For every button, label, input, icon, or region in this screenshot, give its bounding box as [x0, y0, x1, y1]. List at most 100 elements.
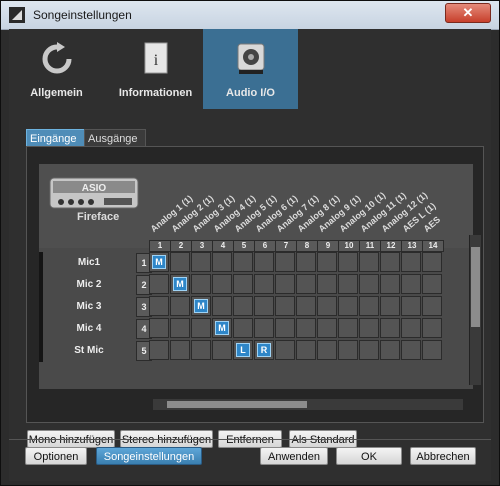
matrix-cell[interactable] [338, 318, 358, 338]
matrix-cell[interactable] [254, 252, 274, 272]
matrix-cell[interactable] [422, 318, 442, 338]
matrix-cell[interactable] [233, 252, 253, 272]
matrix-cell[interactable] [296, 296, 316, 316]
matrix-cell[interactable]: R [254, 340, 274, 360]
matrix-cell[interactable] [191, 252, 211, 272]
matrix-cell[interactable] [338, 274, 358, 294]
matrix-cell[interactable] [233, 318, 253, 338]
options-button[interactable]: Optionen [25, 447, 87, 465]
matrix-cell[interactable] [275, 252, 295, 272]
matrix-cell[interactable] [401, 296, 421, 316]
matrix-cell[interactable] [254, 318, 274, 338]
row-label[interactable]: Mic 3 [39, 296, 139, 318]
matrix-cell[interactable] [254, 296, 274, 316]
song-settings-button[interactable]: Songeinstellungen [96, 447, 202, 465]
matrix-cell[interactable] [401, 274, 421, 294]
close-button[interactable]: ✕ [445, 3, 491, 23]
matrix-cell[interactable] [317, 274, 337, 294]
matrix-cell[interactable] [149, 318, 169, 338]
ok-button[interactable]: OK [336, 447, 402, 465]
matrix-cell[interactable] [359, 340, 379, 360]
tab-allgemein[interactable]: Allgemein [9, 29, 104, 109]
matrix-cell[interactable] [380, 252, 400, 272]
channel-assignment[interactable]: M [215, 321, 229, 335]
tab-label: Audio I/O [226, 87, 275, 99]
matrix-cell[interactable] [317, 252, 337, 272]
matrix-cell[interactable] [296, 340, 316, 360]
matrix-cell[interactable] [296, 252, 316, 272]
vertical-scroll-thumb[interactable] [471, 247, 480, 327]
matrix-cell[interactable]: M [170, 274, 190, 294]
matrix-cell[interactable] [338, 340, 358, 360]
matrix-cell[interactable] [401, 318, 421, 338]
column-number: 11 [359, 240, 381, 252]
matrix-cell[interactable] [212, 252, 232, 272]
matrix-cell[interactable] [359, 274, 379, 294]
matrix-cell[interactable] [317, 296, 337, 316]
apply-button[interactable]: Anwenden [260, 447, 328, 465]
channel-assignment[interactable]: L [236, 343, 250, 357]
matrix-cell[interactable] [233, 296, 253, 316]
row-label[interactable]: St Mic [39, 340, 139, 362]
horizontal-scrollbar[interactable] [153, 399, 463, 410]
matrix-cell[interactable] [380, 318, 400, 338]
channel-assignment[interactable]: R [257, 343, 271, 357]
row-label[interactable]: Mic 4 [39, 318, 139, 340]
matrix-cell[interactable] [254, 274, 274, 294]
matrix-cell[interactable] [422, 296, 442, 316]
channel-assignment[interactable]: M [173, 277, 187, 291]
horizontal-scroll-thumb[interactable] [167, 401, 307, 408]
matrix-cell[interactable] [149, 296, 169, 316]
matrix-cell[interactable] [275, 318, 295, 338]
tab-audio-io[interactable]: Audio I/O [203, 29, 298, 109]
matrix-cell[interactable] [359, 318, 379, 338]
matrix-cell[interactable] [380, 274, 400, 294]
column-number: 9 [317, 240, 339, 252]
matrix-cell[interactable] [380, 340, 400, 360]
matrix-cell[interactable] [191, 274, 211, 294]
matrix-cell[interactable] [296, 318, 316, 338]
matrix-cell[interactable] [359, 252, 379, 272]
matrix-cell[interactable] [422, 252, 442, 272]
matrix-cell[interactable] [359, 296, 379, 316]
matrix-cell[interactable] [170, 296, 190, 316]
matrix-cell[interactable] [170, 318, 190, 338]
matrix-cell[interactable]: M [149, 252, 169, 272]
matrix-cell[interactable] [191, 318, 211, 338]
matrix-cell[interactable] [233, 274, 253, 294]
matrix-cell[interactable]: L [233, 340, 253, 360]
matrix-cell[interactable] [296, 274, 316, 294]
matrix-cell[interactable] [401, 252, 421, 272]
matrix-cell[interactable] [212, 340, 232, 360]
cancel-button[interactable]: Abbrechen [410, 447, 476, 465]
matrix-cell[interactable] [338, 296, 358, 316]
vertical-scrollbar[interactable] [469, 235, 481, 385]
tab-informationen[interactable]: i Informationen [108, 29, 203, 109]
matrix-cell[interactable] [401, 340, 421, 360]
matrix-cell[interactable] [275, 296, 295, 316]
matrix-cell[interactable] [212, 274, 232, 294]
matrix-cell[interactable] [275, 274, 295, 294]
row-label[interactable]: Mic1 [39, 252, 139, 274]
matrix-cell[interactable] [422, 340, 442, 360]
column-number: 10 [338, 240, 360, 252]
dialog-content: Allgemein i Informationen Audio I/O Eing… [9, 29, 491, 481]
matrix-cell[interactable] [380, 296, 400, 316]
matrix-cell[interactable] [170, 340, 190, 360]
matrix-cell[interactable] [170, 252, 190, 272]
row-label[interactable]: Mic 2 [39, 274, 139, 296]
matrix-cell[interactable] [422, 274, 442, 294]
matrix-cell[interactable] [149, 274, 169, 294]
matrix-cell[interactable]: M [212, 318, 232, 338]
channel-assignment[interactable]: M [194, 299, 208, 313]
matrix-cell[interactable] [149, 340, 169, 360]
matrix-cell[interactable] [317, 340, 337, 360]
matrix-cell[interactable] [191, 340, 211, 360]
title-bar[interactable]: Songeinstellungen ✕ [1, 1, 499, 30]
channel-assignment[interactable]: M [152, 255, 166, 269]
matrix-cell[interactable] [338, 252, 358, 272]
matrix-cell[interactable]: M [191, 296, 211, 316]
matrix-cell[interactable] [212, 296, 232, 316]
matrix-cell[interactable] [317, 318, 337, 338]
matrix-cell[interactable] [275, 340, 295, 360]
